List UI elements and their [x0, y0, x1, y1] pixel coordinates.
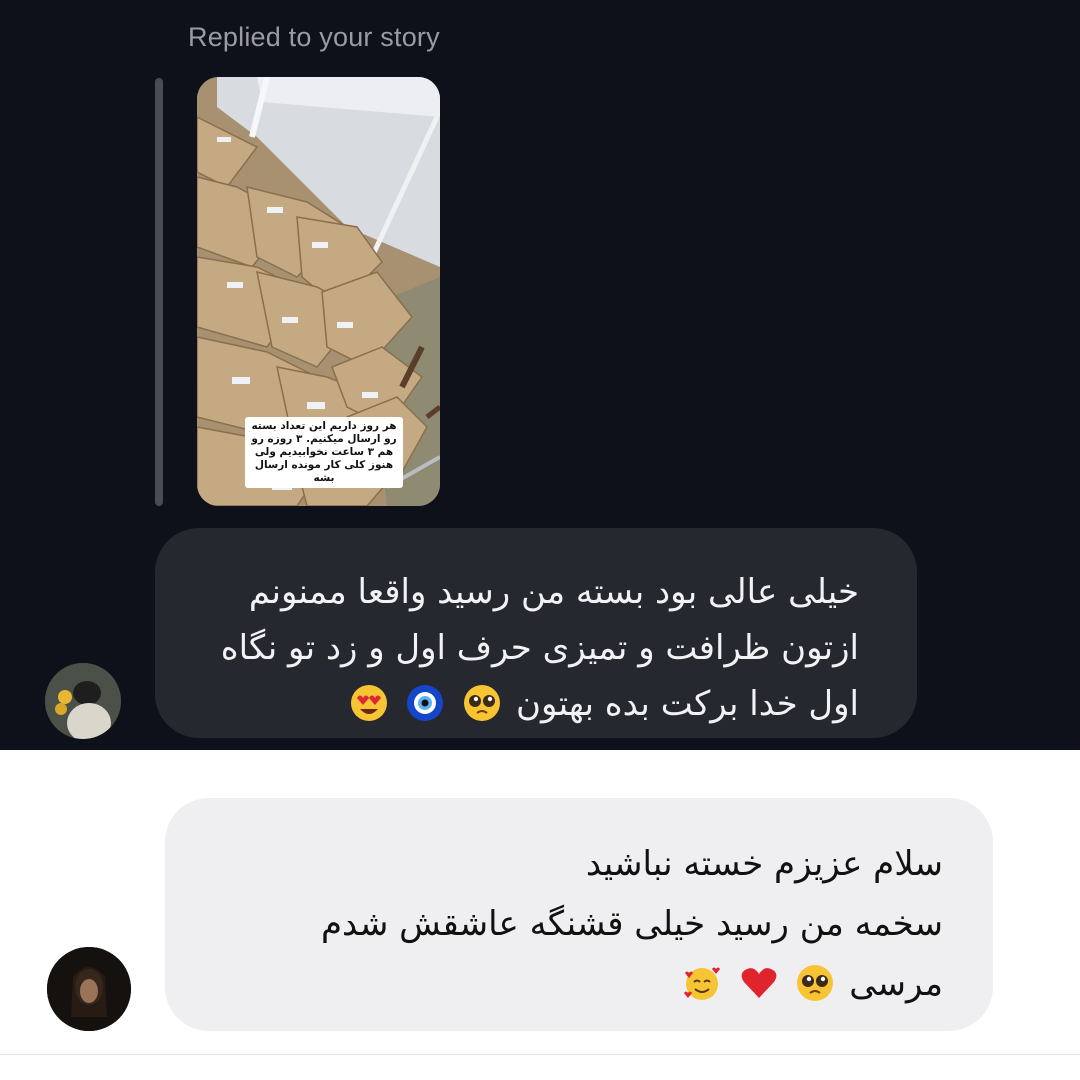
story-thumbnail[interactable]: هر روز داریم این تعداد بسته رو ارسال میک… [197, 77, 440, 506]
message-line: ازتون ظرافت و تمیزی حرف اول و زد تو نگاه [220, 628, 859, 668]
reply-indicator-bar [155, 78, 163, 506]
sender-avatar[interactable] [45, 663, 121, 739]
divider [0, 1054, 1080, 1055]
avatar-photo [47, 947, 131, 1031]
message-line: مرسی [849, 964, 943, 1004]
dark-mode-conversation: Replied to your story هر روز داریم این ت… [0, 0, 1080, 750]
message-bubble[interactable]: خیلی عالی بود بسته من رسید واقعا ممنونم … [155, 528, 917, 738]
message-text: سلام عزیزم خسته نباشید سخمه من رسید خیلی… [321, 834, 943, 1014]
avatar-photo [45, 663, 121, 739]
message-line: خیلی عالی بود بسته من رسید واقعا ممنونم [248, 572, 859, 612]
message-text: خیلی عالی بود بسته من رسید واقعا ممنونم … [221, 564, 859, 732]
message-line: سخمه من رسید خیلی قشنگه عاشقش شدم [320, 904, 943, 944]
sender-avatar[interactable] [47, 947, 131, 1031]
heart-eyes-icon [350, 685, 387, 721]
nazar-amulet-icon [407, 685, 444, 721]
smiling-face-with-hearts-icon [683, 967, 720, 1000]
pleading-face-icon [797, 965, 834, 1001]
pleading-face-icon [464, 685, 501, 721]
message-bubble[interactable]: سلام عزیزم خسته نباشید سخمه من رسید خیلی… [165, 798, 993, 1031]
message-line-with-emojis: اول خدا برکت بده بهتون [221, 676, 859, 732]
message-line: سلام عزیزم خسته نباشید [585, 844, 943, 884]
message-line: اول خدا برکت بده بهتون [516, 684, 859, 724]
story-caption-text: هر روز داریم این تعداد بسته رو ارسال میک… [245, 417, 403, 488]
story-reply-label: Replied to your story [188, 22, 440, 52]
red-heart-icon [741, 968, 776, 998]
message-line-with-emojis: مرسی [321, 954, 943, 1014]
light-mode-conversation: سلام عزیزم خسته نباشید سخمه من رسید خیلی… [0, 750, 1080, 1080]
